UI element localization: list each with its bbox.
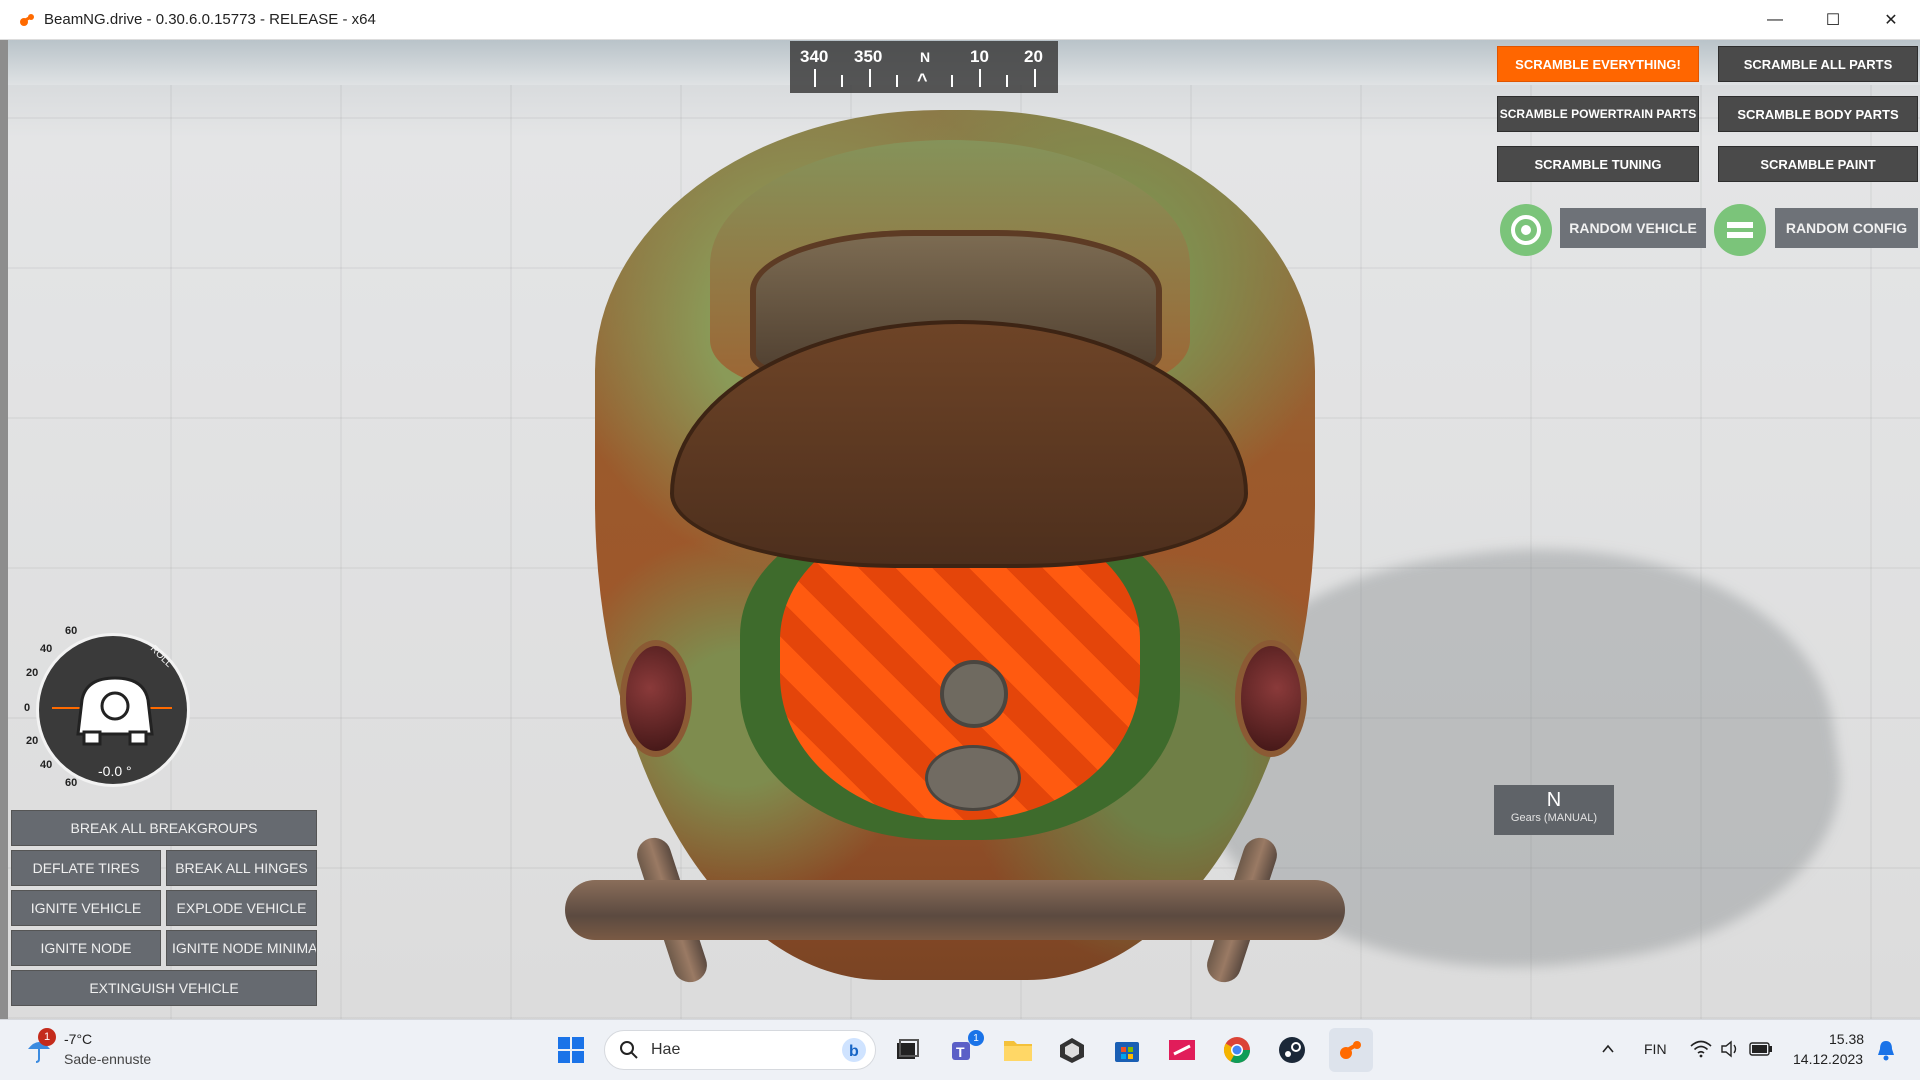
- svg-text:T: T: [956, 1044, 965, 1060]
- microsoft-store-icon[interactable]: [1109, 1032, 1145, 1068]
- gearbox-mode: Gears (MANUAL): [1510, 812, 1598, 824]
- gauge-label: 60: [65, 777, 78, 789]
- wifi-icon[interactable]: [1686, 1036, 1716, 1062]
- volume-icon[interactable]: [1716, 1036, 1746, 1062]
- clock-date[interactable]: 14.12.2023: [1793, 1051, 1863, 1067]
- crank-pulley: [925, 745, 1021, 811]
- current-gear: N: [1546, 789, 1562, 811]
- window-title: BeamNG.drive - 0.30.6.0.15773 - RELEASE …: [44, 11, 376, 28]
- gauge-label: 0: [24, 702, 31, 714]
- scramble-body-button[interactable]: SCRAMBLE BODY PARTS: [1718, 96, 1918, 132]
- close-button[interactable]: ✕: [1862, 0, 1920, 40]
- compass-needle-icon: ^: [917, 70, 928, 90]
- random-config-icon[interactable]: [1714, 204, 1766, 256]
- windows-start-icon[interactable]: [553, 1032, 589, 1068]
- compass-label: 20: [1024, 47, 1043, 66]
- gauge-label: 20: [26, 735, 39, 747]
- gauge-label: 40: [40, 643, 53, 655]
- forza-icon[interactable]: [1164, 1032, 1200, 1068]
- notification-bell-icon[interactable]: [1872, 1036, 1900, 1064]
- file-explorer-icon[interactable]: [1000, 1032, 1036, 1068]
- teams-icon[interactable]: T 1: [946, 1030, 984, 1068]
- minimize-icon: —: [1767, 11, 1783, 28]
- vehicle-render: [555, 80, 1862, 1013]
- gauge-label: 40: [40, 759, 53, 771]
- scramble-paint-button[interactable]: SCRAMBLE PAINT: [1718, 146, 1918, 182]
- ignite-node-minimal-button[interactable]: IGNITE NODE MINIMA: [166, 930, 317, 966]
- weather-temp: -7°C: [64, 1031, 93, 1047]
- compass-widget: 340 350 N 10 20 ^: [790, 41, 1058, 93]
- close-icon: ✕: [1884, 12, 1898, 29]
- tail-light-left: [620, 640, 692, 757]
- weather-desc: Sade-ennuste: [64, 1051, 152, 1067]
- clock-time[interactable]: 15.38: [1829, 1031, 1864, 1047]
- steam-icon[interactable]: [1274, 1032, 1310, 1068]
- chrome-icon[interactable]: [1219, 1032, 1255, 1068]
- svg-text:b: b: [849, 1043, 859, 1060]
- explode-vehicle-button[interactable]: EXPLODE VEHICLE: [166, 890, 317, 926]
- ignite-vehicle-button[interactable]: IGNITE VEHICLE: [11, 890, 161, 926]
- compass-label: 350: [854, 47, 883, 66]
- beamng-app-icon: [18, 11, 36, 29]
- compass-label-north: N: [920, 49, 931, 65]
- scramble-powertrain-button[interactable]: SCRAMBLE POWERTRAIN PARTS: [1497, 96, 1699, 132]
- search-placeholder: Hae: [651, 1041, 681, 1058]
- gear-indicator: N Gears (MANUAL): [1494, 785, 1614, 835]
- random-vehicle-icon[interactable]: [1500, 204, 1552, 256]
- break-all-breakgroups-button[interactable]: BREAK ALL BREAKGROUPS: [11, 810, 317, 846]
- compass-tick: [896, 75, 898, 87]
- scramble-all-parts-button[interactable]: SCRAMBLE ALL PARTS: [1718, 46, 1918, 82]
- chevron-up-icon[interactable]: [1595, 1036, 1621, 1062]
- compass-tick: [951, 75, 953, 87]
- vehicle-rear-icon: [76, 676, 154, 746]
- input-language[interactable]: FIN: [1644, 1041, 1667, 1057]
- compass-tick: [1034, 69, 1036, 87]
- scramble-everything-button[interactable]: SCRAMBLE EVERYTHING!: [1497, 46, 1699, 82]
- task-view-icon[interactable]: [889, 1032, 925, 1068]
- window-titlebar: BeamNG.drive - 0.30.6.0.15773 - RELEASE …: [0, 0, 1920, 40]
- tail-light-right: [1235, 640, 1307, 757]
- roll-angle-readout: -0.0 °: [98, 763, 132, 779]
- engine-pulley: [940, 660, 1008, 728]
- taskbar-search[interactable]: Hae b: [604, 1030, 876, 1070]
- minimize-button[interactable]: —: [1746, 0, 1804, 40]
- compass-tick: [869, 69, 871, 87]
- scramble-tuning-button[interactable]: SCRAMBLE TUNING: [1497, 146, 1699, 182]
- random-vehicle-button[interactable]: RANDOM VEHICLE: [1560, 208, 1706, 248]
- compass-tick: [1006, 75, 1008, 87]
- teams-badge: 1: [968, 1030, 984, 1046]
- maximize-button[interactable]: ☐: [1804, 0, 1862, 40]
- compass-label: 10: [970, 47, 989, 66]
- extinguish-vehicle-button[interactable]: EXTINGUISH VEHICLE: [11, 970, 317, 1006]
- weather-widget-icon[interactable]: 1: [22, 1028, 56, 1068]
- battery-icon[interactable]: [1746, 1036, 1776, 1062]
- gauge-label: 20: [26, 667, 39, 679]
- ignite-node-button[interactable]: IGNITE NODE: [11, 930, 161, 966]
- compass-tick: [979, 69, 981, 87]
- bing-icon[interactable]: b: [841, 1037, 867, 1063]
- gauge-label: 60: [65, 625, 78, 637]
- beamng-taskbar-icon[interactable]: [1329, 1028, 1373, 1072]
- maximize-icon: ☐: [1825, 12, 1841, 29]
- roll-gauge: 60 40 20 0 20 40 60 ROLL -0.0 °: [20, 625, 200, 800]
- search-icon: [619, 1040, 639, 1060]
- compass-tick: [814, 69, 816, 87]
- break-all-hinges-button[interactable]: BREAK ALL HINGES: [166, 850, 317, 886]
- deflate-tires-button[interactable]: DEFLATE TIRES: [11, 850, 161, 886]
- left-edge-strip: [0, 40, 8, 1019]
- compass-label: 340: [800, 47, 829, 66]
- windows-taskbar: 1 -7°C Sade-ennuste Hae b T 1 FIN 15.38 …: [0, 1019, 1920, 1080]
- weather-badge: 1: [38, 1028, 56, 1046]
- rear-bumper: [565, 880, 1345, 940]
- compass-tick: [841, 75, 843, 87]
- unity-icon[interactable]: [1054, 1032, 1090, 1068]
- random-config-button[interactable]: RANDOM CONFIG: [1775, 208, 1918, 248]
